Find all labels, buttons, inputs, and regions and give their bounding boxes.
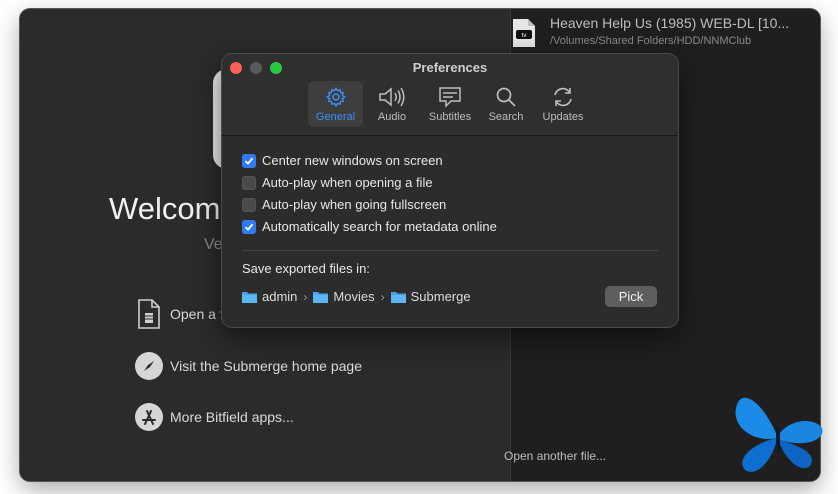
more-apps-label: More Bitfield apps...: [170, 409, 294, 425]
option-label: Auto-play when going fullscreen: [262, 197, 447, 212]
compass-icon: [134, 351, 164, 381]
path-separator: ›: [303, 289, 308, 304]
apple-tv-file-icon: tv: [512, 18, 536, 53]
preferences-dialog: Preferences General Audio Subtitles Sear…: [222, 54, 678, 327]
checkmark-icon: [244, 223, 254, 231]
path-segment[interactable]: Movies: [333, 289, 374, 304]
more-apps-action[interactable]: More Bitfield apps...: [134, 402, 294, 432]
folder-icon: [313, 290, 329, 303]
gear-icon: [325, 86, 346, 108]
tab-updates-label: Updates: [542, 111, 584, 123]
visit-home-page-action[interactable]: Visit the Submerge home page: [134, 351, 362, 381]
butterfly-decoration: [735, 397, 823, 472]
option-center-windows[interactable]: Center new windows on screen: [242, 153, 443, 168]
app-store-icon: [134, 402, 164, 432]
folder-icon: [390, 290, 406, 303]
path-separator: ›: [380, 289, 385, 304]
recent-file-path: /Volumes/Shared Folders/HDD/NNMClub: [550, 35, 752, 47]
checkbox-checked[interactable]: [242, 219, 256, 234]
divider: [242, 250, 658, 251]
tab-general[interactable]: General: [308, 81, 363, 127]
svg-text:tv: tv: [522, 33, 527, 39]
save-location-label: Save exported files in:: [242, 261, 370, 276]
visit-home-page-label: Visit the Submerge home page: [170, 358, 362, 374]
subtitles-icon: [439, 87, 461, 108]
tab-subtitles[interactable]: Subtitles: [422, 81, 478, 127]
pick-button[interactable]: Pick: [605, 286, 657, 307]
recent-file-item[interactable]: tv Heaven Help Us (1985) WEB-DL [10... /…: [512, 14, 800, 54]
tab-general-label: General: [315, 111, 356, 123]
tab-search-label: Search: [488, 111, 524, 123]
option-label: Auto-play when opening a file: [262, 175, 433, 190]
speaker-icon: [379, 87, 405, 107]
checkbox-unchecked[interactable]: [242, 197, 256, 212]
preferences-toolbar: Preferences General Audio Subtitles Sear…: [222, 54, 678, 136]
open-another-file-link[interactable]: Open another file...: [504, 449, 606, 463]
save-path-control[interactable]: admin › Movies › Submerge: [242, 289, 471, 304]
checkbox-checked[interactable]: [242, 153, 256, 168]
option-autoplay-open[interactable]: Auto-play when opening a file: [242, 175, 433, 190]
tab-updates[interactable]: Updates: [538, 81, 588, 127]
checkmark-icon: [244, 157, 254, 165]
tab-search[interactable]: Search: [484, 81, 528, 127]
option-label: Automatically search for metadata online: [262, 219, 497, 234]
tab-audio-label: Audio: [377, 111, 407, 123]
tab-audio[interactable]: Audio: [370, 81, 414, 127]
refresh-icon: [554, 87, 572, 107]
recent-file-title: Heaven Help Us (1985) WEB-DL [10...: [550, 15, 790, 31]
option-metadata-search[interactable]: Automatically search for metadata online: [242, 219, 497, 234]
folder-icon: [242, 290, 257, 303]
option-autoplay-fullscreen[interactable]: Auto-play when going fullscreen: [242, 197, 446, 212]
option-label: Center new windows on screen: [262, 153, 443, 168]
path-segment[interactable]: Submerge: [411, 289, 471, 304]
document-icon: [134, 299, 164, 329]
path-segment[interactable]: admin: [262, 289, 297, 304]
preferences-title: Preferences: [412, 60, 488, 75]
checkbox-unchecked[interactable]: [242, 175, 256, 190]
tab-subtitles-label: Subtitles: [428, 111, 472, 123]
magnifier-icon: [496, 87, 516, 107]
